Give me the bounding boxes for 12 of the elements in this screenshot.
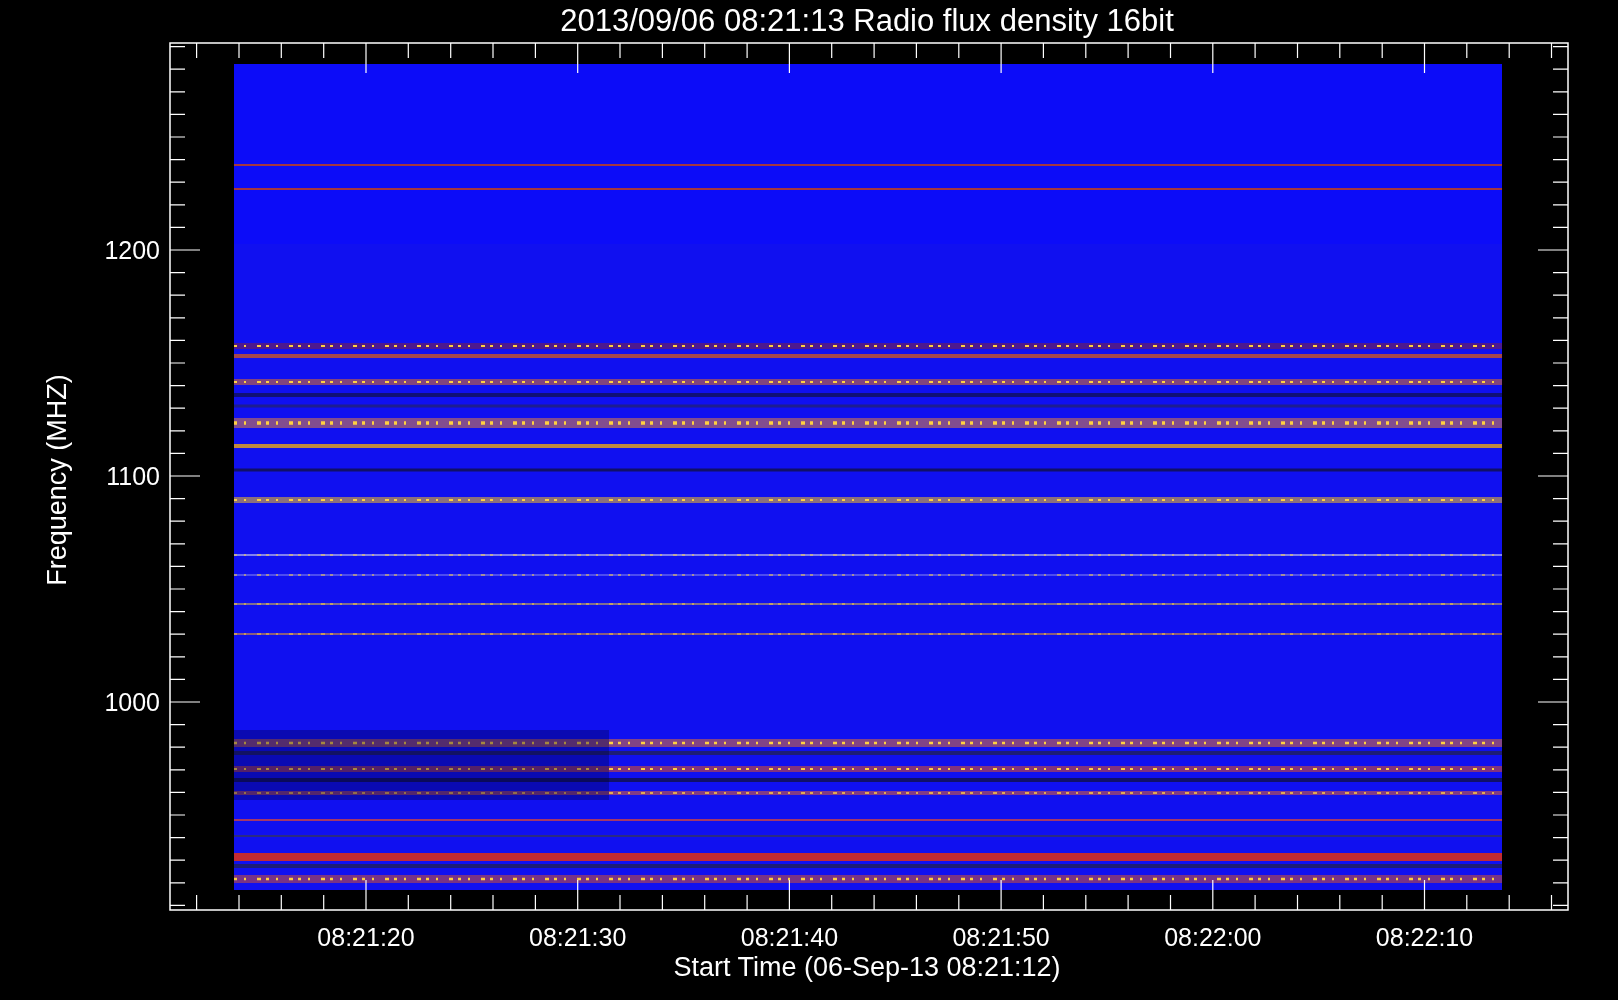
x-tick-label: 08:22:00 — [1164, 923, 1262, 951]
y-tick-label: 1200 — [104, 236, 160, 264]
y-tick-label: 1100 — [106, 462, 160, 490]
y-tick-label: 1000 — [104, 688, 160, 716]
x-tick-label: 08:21:30 — [529, 923, 627, 951]
x-tick-label: 08:21:50 — [952, 923, 1050, 951]
y-axis-label: Frequency (MHZ) — [42, 374, 72, 586]
chart-title: 2013/09/06 08:21:13 Radio flux density 16bit — [560, 3, 1174, 38]
x-axis-label: Start Time (06-Sep-13 08:21:12) — [673, 952, 1061, 982]
x-tick-label: 08:22:10 — [1375, 923, 1474, 951]
x-tick-label: 08:21:40 — [740, 923, 839, 951]
x-tick-label: 08:21:20 — [317, 923, 415, 951]
